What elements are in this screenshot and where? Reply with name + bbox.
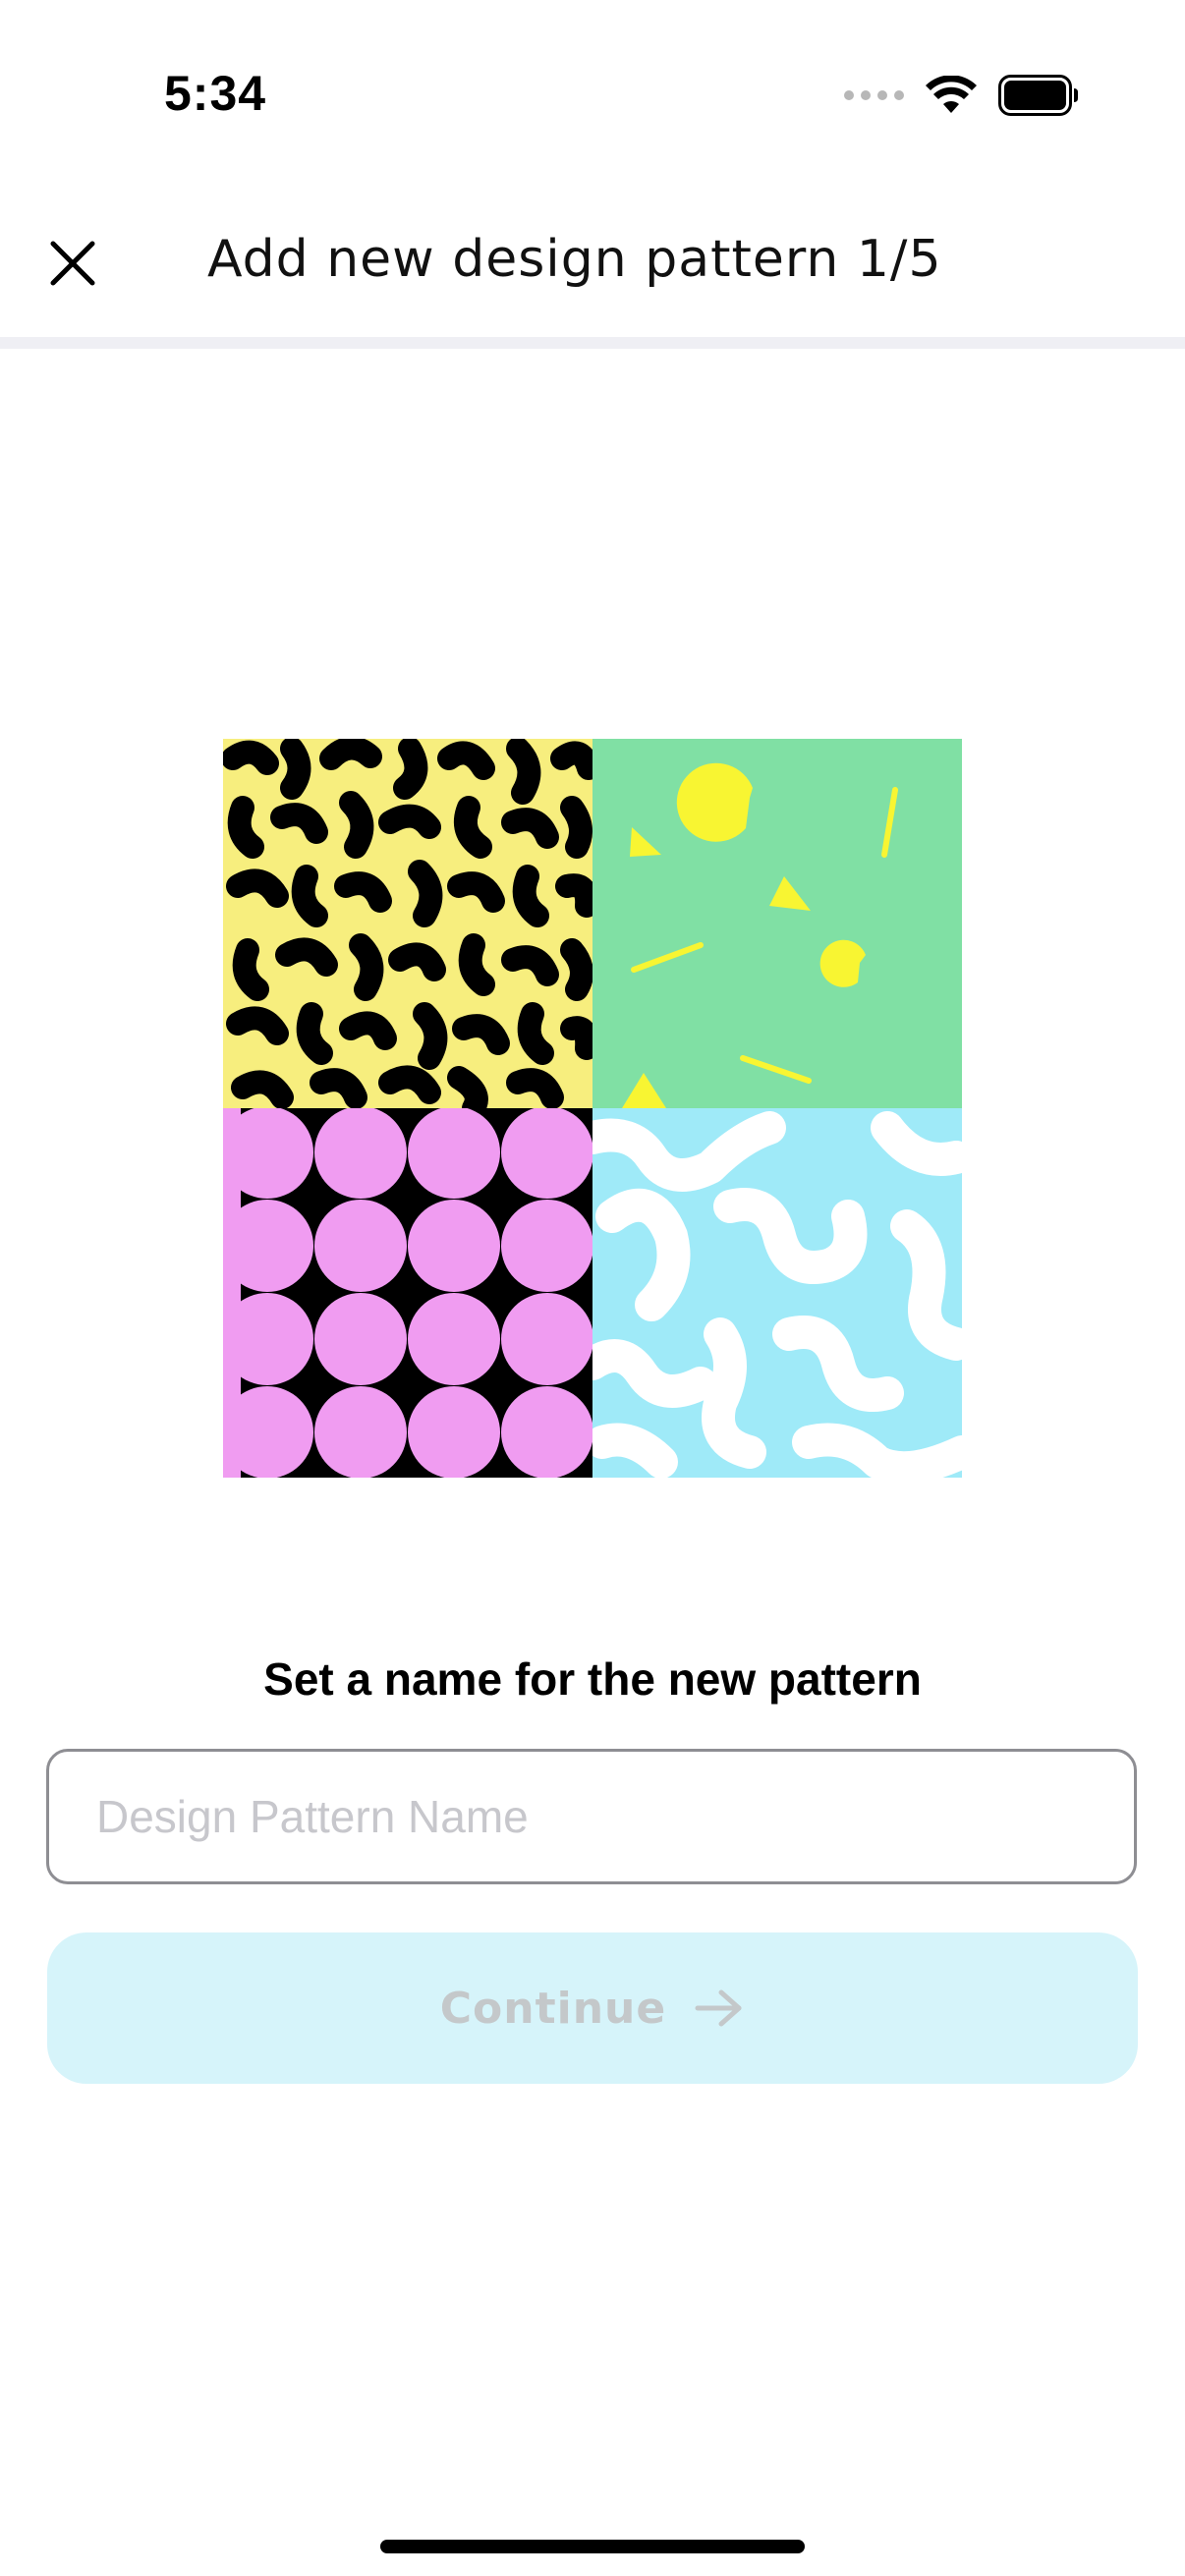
arrow-right-icon: [695, 1989, 742, 2027]
continue-button[interactable]: Continue: [47, 1932, 1138, 2084]
close-icon: [50, 241, 95, 286]
pattern-name-input[interactable]: [46, 1749, 1137, 1884]
page-title: Add new design pattern 1/5: [207, 230, 942, 289]
header-divider: [0, 337, 1185, 349]
name-prompt: Set a name for the new pattern: [263, 1653, 922, 1705]
battery-icon: [998, 75, 1078, 116]
home-indicator[interactable]: [380, 2540, 805, 2553]
yellow-black-blob-tile: [223, 739, 592, 1108]
green-confetti-tile: [592, 739, 962, 1108]
wifi-icon: [926, 76, 977, 113]
status-icons: [844, 73, 1079, 118]
signal-dots-icon: [844, 90, 904, 100]
close-button[interactable]: [45, 236, 100, 291]
blue-wave-tile: [592, 1108, 962, 1478]
pattern-illustration: [223, 739, 962, 1478]
status-time: 5:34: [164, 66, 267, 121]
pink-star-tile: [223, 1108, 592, 1478]
nav-header: Add new design pattern 1/5: [0, 187, 1185, 334]
continue-label: Continue: [439, 1983, 667, 2034]
status-bar: 5:34: [0, 0, 1185, 187]
